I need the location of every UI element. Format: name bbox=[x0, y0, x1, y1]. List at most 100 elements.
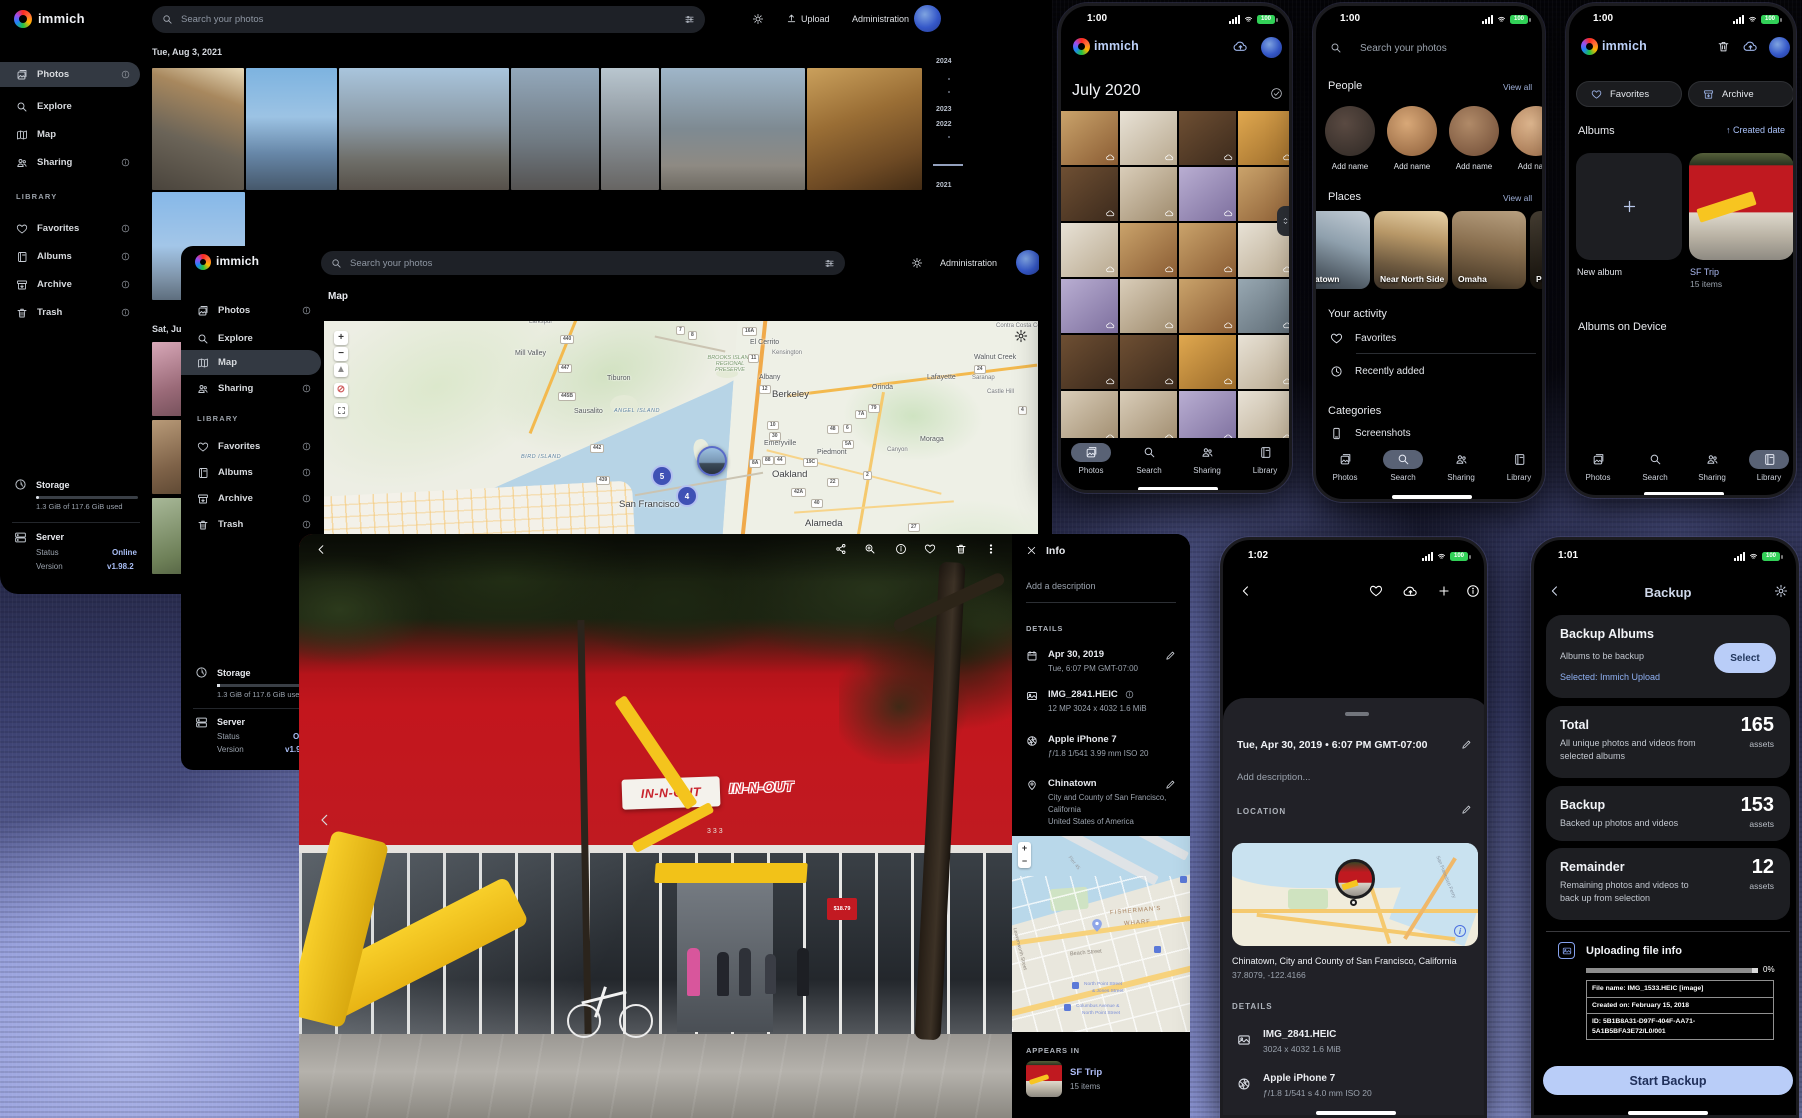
photo-thumbnail[interactable] bbox=[152, 68, 244, 190]
add-name-link[interactable]: Add name bbox=[1387, 162, 1437, 171]
places-view-all-link[interactable]: View all bbox=[1503, 193, 1532, 203]
photo-cluster-marker[interactable]: 5 bbox=[651, 465, 673, 487]
photo-thumbnail[interactable] bbox=[511, 68, 599, 190]
trash-icon[interactable] bbox=[1717, 40, 1730, 53]
nav-sharing[interactable]: Sharing bbox=[1683, 450, 1741, 482]
nav-photos[interactable]: Photos bbox=[1316, 450, 1374, 482]
favorite-heart-icon[interactable] bbox=[924, 543, 936, 555]
timeline-scrubber-handle[interactable] bbox=[1277, 206, 1292, 236]
favorite-heart-icon[interactable] bbox=[1369, 584, 1383, 598]
photo-thumbnail[interactable] bbox=[1179, 111, 1236, 165]
search-bar[interactable]: Search your photos bbox=[152, 6, 705, 33]
photo-viewer[interactable]: $18.79 IN-N-OUT IN-N-OUT 333 bbox=[299, 534, 1012, 1118]
avatar[interactable] bbox=[914, 5, 941, 32]
nav-search[interactable]: Search bbox=[1374, 450, 1432, 482]
sidebar-item-photos[interactable]: Photos bbox=[0, 62, 140, 87]
photo-thumbnail[interactable] bbox=[1120, 167, 1177, 221]
select-all-check-icon[interactable] bbox=[1270, 87, 1283, 100]
timeline-position-indicator[interactable] bbox=[933, 164, 963, 166]
map-fullscreen-button[interactable] bbox=[334, 403, 348, 417]
sidebar-item-explore[interactable]: Explore bbox=[0, 94, 140, 119]
photo-thumbnail[interactable] bbox=[1061, 167, 1118, 221]
add-name-link[interactable]: Add name bbox=[1449, 162, 1499, 171]
nav-photos[interactable]: Photos bbox=[1062, 443, 1120, 475]
more-options-icon[interactable] bbox=[985, 543, 997, 555]
administration-link[interactable]: Administration bbox=[940, 258, 997, 268]
photo-thumbnail[interactable] bbox=[661, 68, 805, 190]
add-description-field[interactable]: Add description... bbox=[1237, 772, 1310, 783]
info-icon[interactable] bbox=[121, 224, 130, 233]
edit-date-pencil-icon[interactable] bbox=[1461, 739, 1472, 750]
sidebar-item-map[interactable]: Map bbox=[181, 350, 321, 375]
sidebar-item-albums[interactable]: Albums bbox=[0, 244, 140, 269]
info-icon[interactable] bbox=[121, 280, 130, 289]
screenshots-row[interactable]: Screenshots bbox=[1330, 427, 1411, 440]
sidebar-item-sharing[interactable]: Sharing bbox=[181, 376, 321, 401]
photo-thumbnail[interactable] bbox=[1238, 335, 1292, 389]
sidebar-item-map[interactable]: Map bbox=[0, 122, 140, 147]
nav-library[interactable]: Library bbox=[1236, 443, 1292, 475]
face-photo[interactable] bbox=[1387, 106, 1437, 156]
info-icon[interactable] bbox=[302, 384, 311, 393]
recently-added-row[interactable]: Recently added bbox=[1330, 365, 1425, 378]
info-icon[interactable] bbox=[302, 520, 311, 529]
avatar[interactable] bbox=[1769, 37, 1790, 58]
start-backup-button[interactable]: Start Backup bbox=[1543, 1066, 1793, 1095]
info-icon[interactable] bbox=[121, 70, 130, 79]
photo-location-marker[interactable] bbox=[1335, 859, 1375, 899]
add-to-album-plus-icon[interactable] bbox=[1437, 584, 1451, 598]
map-draw-button[interactable]: ⊘ bbox=[334, 383, 348, 397]
photo-thumbnail[interactable] bbox=[1179, 391, 1236, 438]
person-face[interactable]: Add name bbox=[1449, 106, 1499, 171]
info-icon[interactable] bbox=[121, 308, 130, 317]
nav-sharing[interactable]: Sharing bbox=[1178, 443, 1236, 475]
photo-thumbnail[interactable] bbox=[1120, 223, 1177, 277]
nav-sharing[interactable]: Sharing bbox=[1432, 450, 1490, 482]
edit-date-pencil-icon[interactable] bbox=[1165, 650, 1176, 661]
sidebar-item-archive[interactable]: Archive bbox=[181, 486, 321, 511]
photo-thumbnail[interactable] bbox=[1061, 223, 1118, 277]
cloud-sync-icon[interactable] bbox=[1233, 39, 1248, 54]
map-info-badge[interactable]: i bbox=[1454, 925, 1466, 937]
home-indicator[interactable] bbox=[1644, 492, 1724, 496]
photo-thumbnail[interactable] bbox=[1179, 223, 1236, 277]
sort-created-date-link[interactable]: ↑ Created date bbox=[1726, 125, 1785, 135]
home-indicator[interactable] bbox=[1316, 1111, 1396, 1115]
sidebar-item-archive[interactable]: Archive bbox=[0, 272, 140, 297]
avatar[interactable] bbox=[1016, 250, 1039, 275]
upload-icon[interactable] bbox=[786, 13, 797, 24]
add-name-link[interactable]: Add name bbox=[1511, 162, 1545, 171]
info-icon[interactable] bbox=[302, 468, 311, 477]
photo-cluster-marker[interactable]: 4 bbox=[676, 485, 698, 507]
sheet-drag-handle[interactable] bbox=[1345, 712, 1369, 716]
map-compass-button[interactable]: ▲ bbox=[334, 363, 348, 377]
photo-map-marker[interactable] bbox=[697, 446, 727, 476]
cloud-upload-icon[interactable] bbox=[1403, 584, 1418, 599]
photo-thumbnail[interactable] bbox=[1179, 167, 1236, 221]
photo-thumbnail[interactable] bbox=[1061, 279, 1118, 333]
photo-thumbnail[interactable] bbox=[246, 68, 337, 190]
info-icon[interactable] bbox=[302, 494, 311, 503]
trash-icon[interactable] bbox=[955, 543, 967, 555]
close-icon[interactable] bbox=[1026, 545, 1037, 556]
sidebar-item-favorites[interactable]: Favorites bbox=[181, 434, 321, 459]
info-icon[interactable] bbox=[1466, 584, 1480, 598]
previous-photo-chevron[interactable] bbox=[317, 812, 333, 828]
info-icon[interactable] bbox=[121, 158, 130, 167]
person-face[interactable]: Add name bbox=[1387, 106, 1437, 171]
administration-link[interactable]: Administration bbox=[852, 14, 909, 24]
nav-library[interactable]: Library bbox=[1740, 450, 1796, 482]
photo-thumbnail[interactable] bbox=[1120, 279, 1177, 333]
nav-search[interactable]: Search bbox=[1120, 443, 1178, 475]
sidebar-item-sharing[interactable]: Sharing bbox=[0, 150, 140, 175]
photo-thumbnail[interactable] bbox=[1061, 391, 1118, 438]
person-face[interactable]: Add name bbox=[1325, 106, 1375, 171]
search-bar[interactable]: Search your photos bbox=[321, 251, 845, 275]
favorites-row[interactable]: Favorites bbox=[1330, 332, 1396, 345]
theme-toggle-icon[interactable] bbox=[911, 257, 923, 269]
person-face[interactable]: Add name bbox=[1511, 106, 1545, 171]
photo-thumbnail[interactable] bbox=[1238, 279, 1292, 333]
cloud-sync-icon[interactable] bbox=[1743, 39, 1758, 54]
archive-pill-button[interactable]: Archive bbox=[1688, 81, 1794, 107]
select-button[interactable]: Select bbox=[1714, 643, 1776, 673]
